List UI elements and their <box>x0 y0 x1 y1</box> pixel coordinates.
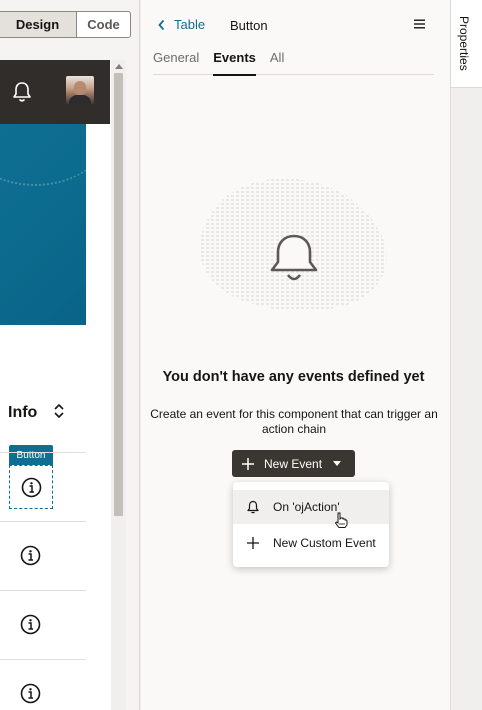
selected-component-tag: Button <box>9 445 53 465</box>
table-row[interactable] <box>20 614 41 635</box>
selected-button[interactable] <box>9 465 53 509</box>
table-row-divider <box>0 590 86 591</box>
new-event-button[interactable]: New Event <box>232 450 355 477</box>
chevron-down-icon[interactable] <box>333 461 341 466</box>
properties-tabs: General Events All <box>153 48 434 76</box>
info-icon <box>20 545 41 566</box>
plus-icon <box>242 457 254 470</box>
menu-item-label: New Custom Event <box>273 536 376 550</box>
info-column-header[interactable]: Info <box>0 391 86 431</box>
new-event-dropdown-menu: On 'ojAction' New Custom Event <box>233 482 389 567</box>
properties-rail-tab[interactable]: Properties <box>451 0 482 88</box>
empty-state-description: Create an event for this component that … <box>150 407 438 436</box>
design-code-toggle: Design Code <box>0 11 131 38</box>
empty-state-title: You don't have any events defined yet <box>162 369 425 385</box>
panel-header: Table Button <box>141 0 450 48</box>
menu-item-new-custom-event[interactable]: New Custom Event <box>233 526 389 560</box>
table-row-divider <box>0 659 86 660</box>
chevron-left-icon <box>158 19 165 30</box>
code-mode-button[interactable]: Code <box>77 12 130 37</box>
scrollbar-thumb[interactable] <box>114 73 123 516</box>
designer-canvas-area: Design Code Info Button <box>0 0 140 710</box>
bell-icon <box>247 500 259 514</box>
table-row-divider <box>0 521 86 522</box>
sort-icon[interactable] <box>53 401 65 421</box>
info-column-label: Info <box>8 404 38 421</box>
back-to-table-link[interactable]: Table <box>157 17 205 32</box>
table-row-divider <box>0 452 86 453</box>
table-row[interactable] <box>20 545 41 566</box>
right-side-rail: Properties <box>450 0 482 710</box>
component-title: Button <box>230 18 268 33</box>
info-icon <box>20 683 41 704</box>
new-event-button-label: New Event <box>264 456 323 471</box>
hero-banner <box>0 124 110 325</box>
empty-events-illustration <box>199 178 387 311</box>
table-row[interactable] <box>20 683 41 704</box>
properties-panel: Table Button General Events All You don'… <box>141 0 450 710</box>
menu-item-label: On 'ojAction' <box>273 500 340 514</box>
page-preview: Info Button <box>0 60 111 710</box>
menu-item-on-ojaction[interactable]: On 'ojAction' <box>233 490 389 524</box>
back-link-label: Table <box>174 17 206 32</box>
tab-all[interactable]: All <box>270 48 284 75</box>
hand-pointer-cursor-icon <box>334 512 348 528</box>
plus-icon <box>247 537 259 549</box>
hamburger-menu-icon[interactable] <box>414 19 425 29</box>
tab-general[interactable]: General <box>153 48 199 75</box>
info-icon <box>21 477 41 497</box>
tab-events[interactable]: Events <box>213 48 256 76</box>
scroll-up-arrow-icon[interactable] <box>115 64 123 69</box>
design-mode-button[interactable]: Design <box>0 12 77 37</box>
info-icon <box>20 614 41 635</box>
properties-rail-label: Properties <box>457 16 471 71</box>
canvas-scrollbar[interactable] <box>111 60 126 710</box>
